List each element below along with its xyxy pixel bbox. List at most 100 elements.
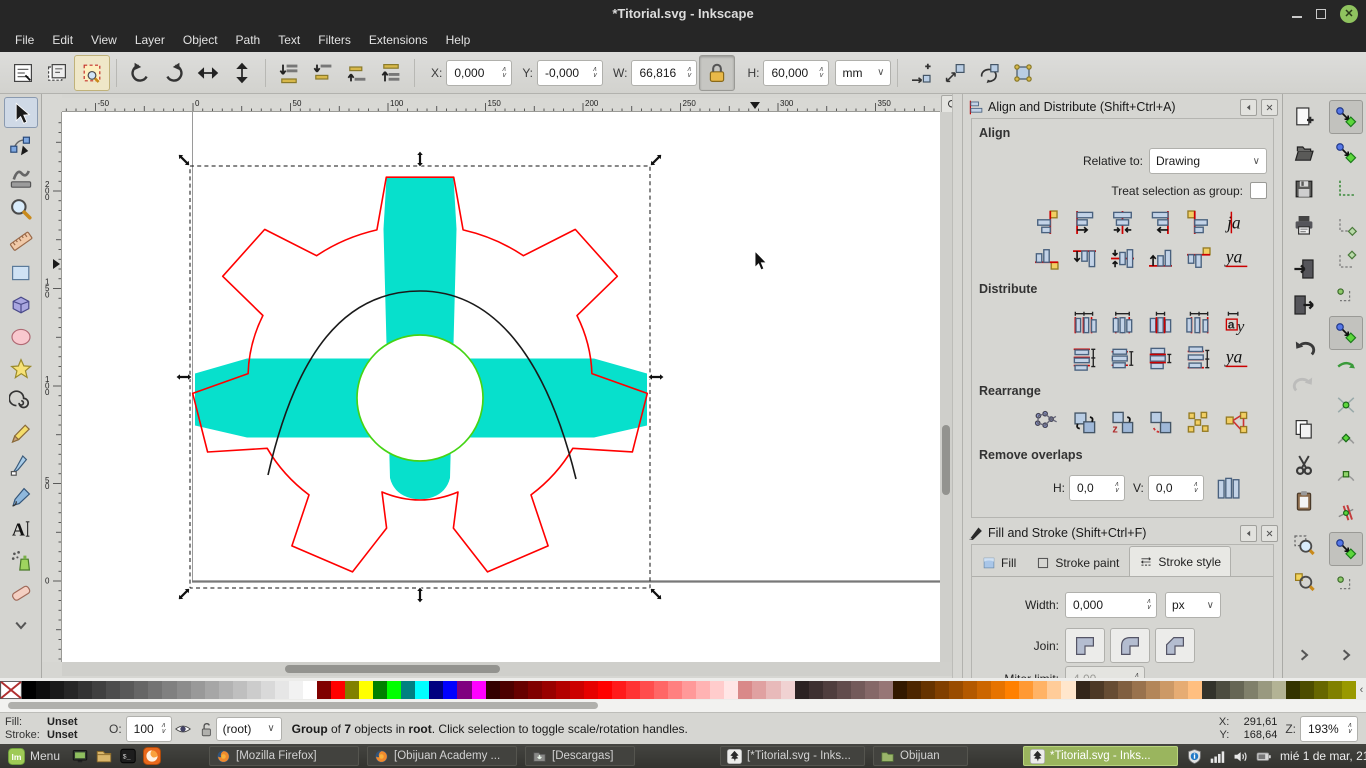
color-swatch[interactable] xyxy=(1160,681,1174,699)
color-swatch[interactable] xyxy=(1047,681,1061,699)
color-swatch[interactable] xyxy=(205,681,219,699)
color-swatch[interactable] xyxy=(429,681,443,699)
unclump-button[interactable] xyxy=(1179,404,1217,440)
center-on-vertical-axis-button[interactable] xyxy=(1103,204,1141,240)
flip-vertical-button[interactable] xyxy=(225,56,259,90)
vertical-scrollbar[interactable] xyxy=(940,112,952,662)
menu-help[interactable]: Help xyxy=(437,28,480,52)
distribute-centers-vertically-button[interactable] xyxy=(1103,340,1141,376)
color-swatch[interactable] xyxy=(851,681,865,699)
select-all-layers-button[interactable] xyxy=(40,56,74,90)
color-swatch[interactable] xyxy=(696,681,710,699)
text-align-horizontal-button[interactable]: ja xyxy=(1217,204,1255,240)
export-image-button[interactable] xyxy=(1287,288,1321,322)
color-swatch[interactable] xyxy=(1146,681,1160,699)
unit-dropdown[interactable]: mm∨ xyxy=(835,60,891,86)
color-swatch[interactable] xyxy=(415,681,429,699)
lower-selection-button[interactable] xyxy=(306,56,340,90)
distribute-vertical-gaps-button[interactable] xyxy=(1141,340,1179,376)
tray-firewall-shield[interactable] xyxy=(1186,748,1203,765)
color-swatch[interactable] xyxy=(191,681,205,699)
layer-lock-icon[interactable] xyxy=(196,720,214,738)
tool-ellipse[interactable] xyxy=(4,321,38,352)
color-swatch[interactable] xyxy=(879,681,893,699)
color-swatch[interactable] xyxy=(640,681,654,699)
snap-nodes-button[interactable] xyxy=(1329,316,1363,350)
horizontal-scrollbar-thumb[interactable] xyxy=(285,665,500,673)
close-button[interactable]: ✕ xyxy=(1340,5,1358,23)
palette-scrollbar[interactable] xyxy=(0,700,1366,712)
color-swatch[interactable] xyxy=(752,681,766,699)
tool-calligraphy[interactable] xyxy=(4,481,38,512)
distribute-text-anchors-horizontal-button[interactable]: ay xyxy=(1217,304,1255,340)
color-swatch[interactable] xyxy=(120,681,134,699)
tray-network-signal[interactable] xyxy=(1209,748,1226,765)
color-swatch[interactable] xyxy=(963,681,977,699)
launcher-show-desktop[interactable] xyxy=(69,746,91,766)
snap-others-button[interactable] xyxy=(1329,532,1363,566)
zoom-to-selection-button[interactable] xyxy=(1287,528,1321,562)
center-circle[interactable] xyxy=(357,335,483,461)
color-swatch[interactable] xyxy=(289,681,303,699)
tool-box-3d[interactable] xyxy=(4,289,38,320)
color-swatch[interactable] xyxy=(1244,681,1258,699)
distribute-bottom-edges-button[interactable] xyxy=(1179,340,1217,376)
tool-bezier-pen[interactable] xyxy=(4,449,38,480)
color-swatch[interactable] xyxy=(781,681,795,699)
tool-selector[interactable] xyxy=(4,97,38,128)
launcher-terminal[interactable]: $_ xyxy=(117,746,139,766)
fill-stroke-indicator[interactable]: Fill:Unset Stroke:Unset xyxy=(5,716,99,742)
color-swatch[interactable] xyxy=(1272,681,1286,699)
clock[interactable]: mié 1 de mar, 21:54 xyxy=(1280,749,1366,763)
color-swatch[interactable] xyxy=(177,681,191,699)
distribute-right-edges-button[interactable] xyxy=(1179,304,1217,340)
color-swatch[interactable] xyxy=(710,681,724,699)
color-swatch[interactable] xyxy=(907,681,921,699)
color-swatch[interactable] xyxy=(1174,681,1188,699)
tool-measure[interactable] xyxy=(4,225,38,256)
stroke-width-unit-dropdown[interactable]: px∨ xyxy=(1165,592,1221,618)
menu-text[interactable]: Text xyxy=(269,28,309,52)
color-swatch[interactable] xyxy=(991,681,1005,699)
color-swatch[interactable] xyxy=(162,681,176,699)
tab-stroke-paint[interactable]: Stroke paint xyxy=(1026,549,1129,576)
distribute-top-edges-button[interactable] xyxy=(1065,340,1103,376)
tool-rectangle[interactable] xyxy=(4,257,38,288)
graph-layout-button[interactable] xyxy=(1027,404,1065,440)
tool-tweak[interactable] xyxy=(4,161,38,192)
task-window-0[interactable]: [Mozilla Firefox] xyxy=(209,746,359,766)
menu-filters[interactable]: Filters xyxy=(309,28,360,52)
more-commands-button[interactable] xyxy=(1287,638,1321,672)
join-bevel-button[interactable] xyxy=(1155,628,1195,663)
color-swatch[interactable] xyxy=(682,681,696,699)
color-swatch[interactable] xyxy=(64,681,78,699)
menu-view[interactable]: View xyxy=(82,28,126,52)
select-all-button[interactable] xyxy=(6,56,40,90)
task-window-4[interactable]: Obijuan xyxy=(873,746,968,766)
zoom-to-drawing-button[interactable] xyxy=(1287,564,1321,598)
color-swatch[interactable] xyxy=(1118,681,1132,699)
distribute-centers-horizontally-button[interactable] xyxy=(1103,304,1141,340)
remove-overlaps-button[interactable] xyxy=(1210,470,1248,506)
open-document-button[interactable] xyxy=(1287,136,1321,170)
align-top-to-anchor-bottom-button[interactable] xyxy=(1179,240,1217,276)
transform-rotate-toggle[interactable] xyxy=(972,56,1006,90)
color-swatch[interactable] xyxy=(584,681,598,699)
transform-move-toggle[interactable] xyxy=(904,56,938,90)
canvas[interactable] xyxy=(62,112,940,662)
color-swatch[interactable] xyxy=(1104,681,1118,699)
tool-text[interactable]: A xyxy=(4,513,38,544)
align-left-to-anchor-right-button[interactable] xyxy=(1179,204,1217,240)
color-swatch[interactable] xyxy=(401,681,415,699)
join-round-button[interactable] xyxy=(1110,628,1150,663)
color-swatch[interactable] xyxy=(1328,681,1342,699)
snap-cusp-nodes-button[interactable] xyxy=(1329,424,1363,458)
color-swatch[interactable] xyxy=(612,681,626,699)
tool-zoom[interactable] xyxy=(4,193,38,224)
tray-volume[interactable] xyxy=(1232,748,1249,765)
color-swatch-none[interactable] xyxy=(0,681,22,699)
layer-visibility-icon[interactable] xyxy=(174,720,192,738)
h-spinner[interactable]: 60,000∧∨ xyxy=(763,60,829,86)
launcher-files[interactable] xyxy=(93,746,115,766)
align-right-to-anchor-left-button[interactable] xyxy=(1027,204,1065,240)
